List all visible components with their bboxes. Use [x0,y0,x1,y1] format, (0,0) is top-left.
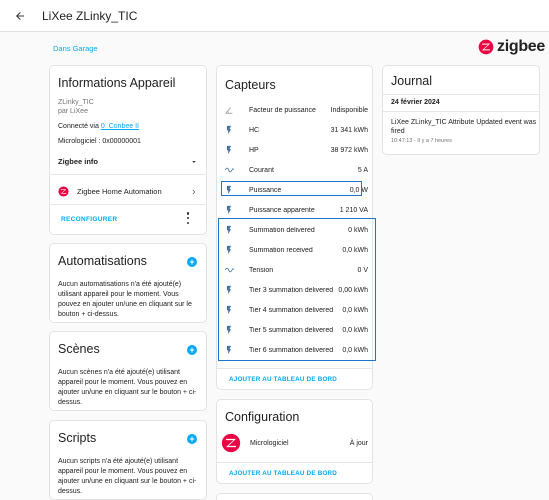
sensor-value: 38 972 kWh [330,146,368,154]
sensor-name: Courant [249,166,274,174]
scripts-title: Scripts [58,431,97,445]
next-card [216,493,373,500]
journal-entry[interactable]: LiXee ZLinky_TIC Attribute Updated event… [391,118,537,136]
scripts-empty-text: Aucun scripts n'a été ajouté(e) utilisan… [58,458,197,495]
divider [383,111,539,112]
sensor-name: Puissance apparente [249,206,315,214]
sine-wave-icon [223,164,235,176]
sensor-value: 31 341 kWh [330,126,368,134]
configuration-card: Configuration Micrologiciel À jour AJOUT… [216,399,373,484]
zigbee-icon [221,433,241,453]
device-model-name: ZLinky_TIC [58,99,94,106]
sensor-value: 5 A [357,166,368,174]
highlight-box [221,181,362,196]
journal-title: Journal [391,74,432,88]
device-info-title: Informations Appareil [58,76,176,90]
add-scene-icon[interactable]: + [187,345,197,355]
reconfigure-button[interactable]: RECONFIGURER [61,216,117,223]
sensor-value: Indisponible [330,106,368,114]
integration-label: Zigbee Home Automation [77,187,162,196]
scenes-empty-text: Aucun scènes n'a été ajouté(e) utilisant… [58,369,197,406]
sensor-row[interactable]: Facteur de puissance Indisponible [223,102,368,118]
integration-row[interactable]: Zigbee Home Automation [58,186,198,197]
device-info-card: Informations Appareil ZLinky_TIC par LiX… [49,65,207,235]
zigbee-info-expander[interactable]: Zigbee info [58,157,198,166]
chevron-down-icon [192,160,196,163]
flash-icon [223,144,235,156]
sensor-row[interactable]: Courant 5 A [223,162,368,178]
scripts-card: Scripts + Aucun scripts n'a été ajouté(e… [49,420,207,500]
add-script-icon[interactable]: + [187,434,197,444]
divider [50,174,206,175]
config-row-value: À jour [349,439,368,447]
highlight-box [218,218,376,361]
automations-title: Automatisations [58,254,147,268]
chevron-right-icon [192,189,196,194]
journal-card: Journal 24 février 2024 LiXee ZLinky_TIC… [382,65,540,155]
add-to-dashboard-button[interactable]: AJOUTER AU TABLEAU DE BORD [229,470,337,477]
divider [217,462,372,463]
automations-empty-text: Aucun automatisations n'a été ajouté(e) … [58,281,192,318]
sensor-name: Facteur de puissance [249,106,316,114]
zigbee-info-label: Zigbee info [58,157,98,166]
firmware-text: Micrologiciel : 0x00000001 [58,138,141,145]
top-app-bar: LiXee ZLinky_TIC [0,0,549,32]
add-to-dashboard-button[interactable]: AJOUTER AU TABLEAU DE BORD [229,376,337,383]
angle-icon [223,104,235,116]
config-row-name: Micrologiciel [250,439,289,447]
scenes-title: Scènes [58,342,100,356]
back-arrow-icon[interactable] [10,6,30,26]
zigbee-logo: zigbee [478,38,545,56]
coordinator-link[interactable]: 0_Conbee II [101,123,139,130]
sensor-row[interactable]: HP 38 972 kWh [223,142,368,158]
automations-card: Automatisations + Aucun automatisations … [49,243,207,323]
connected-via: Connecté via 0_Conbee II [58,123,139,130]
divider [217,368,372,369]
sensor-value: 1 210 VA [339,206,368,214]
sensor-name: HP [249,146,259,154]
sensor-row[interactable]: Puissance apparente 1 210 VA [223,202,368,218]
flash-icon [223,124,235,136]
page-title: LiXee ZLinky_TIC [42,8,138,23]
connected-via-label: Connecté via [58,123,99,130]
configuration-title: Configuration [225,410,300,424]
journal-date: 24 février 2024 [391,99,440,106]
device-model: ZLinky_TIC par LiXee [58,98,94,116]
firmware-update-row[interactable]: Micrologiciel À jour [221,433,368,453]
divider [50,204,206,205]
zigbee-icon [478,39,494,55]
journal-timestamp: 10:47:13 - Il y a 7 heures [391,138,452,144]
zigbee-logo-text: zigbee [497,38,545,55]
flash-icon [223,204,235,216]
area-link[interactable]: Dans Garage [53,44,98,53]
sensors-title: Capteurs [225,78,276,92]
sensor-name: HC [249,126,260,134]
add-automation-icon[interactable]: + [187,257,197,267]
scenes-card: Scènes + Aucun scènes n'a été ajouté(e) … [49,331,207,411]
sensor-row[interactable]: HC 31 341 kWh [223,122,368,138]
more-options-icon[interactable] [184,212,192,224]
device-manufacturer: par LiXee [58,108,88,115]
zigbee-icon [58,186,69,197]
divider [383,94,539,95]
